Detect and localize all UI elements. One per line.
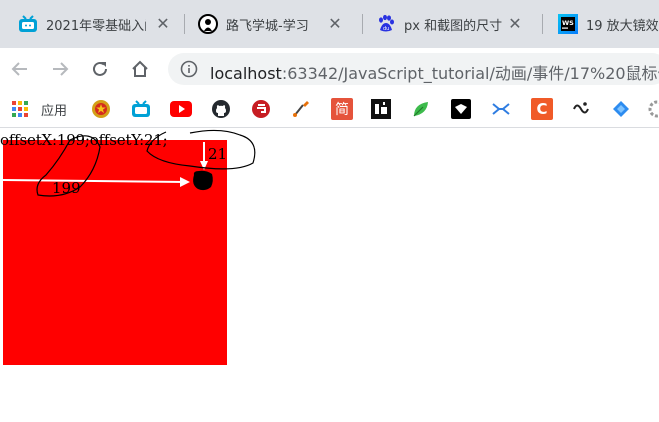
diamond-icon <box>613 101 629 117</box>
offset-y-circle <box>146 129 256 170</box>
bookmarks-bar: 应用 简 C <box>0 90 659 128</box>
annotation-y-value: 21 <box>208 145 228 163</box>
matrix-icon <box>371 99 391 119</box>
vscode-like-icon <box>492 103 510 115</box>
bookmark-c[interactable]: C <box>531 98 553 120</box>
tab-baidu[interactable]: du px 和截图的尺寸 ✕ <box>358 6 542 42</box>
tab-bilibili[interactable]: 2021年零基础入门 ✕ <box>0 6 184 42</box>
offset-x-arrow-line <box>2 179 187 183</box>
bookmark-brush[interactable] <box>290 98 312 120</box>
bookmark-sigma[interactable] <box>570 98 592 120</box>
github-icon <box>212 100 230 118</box>
reload-icon <box>93 61 107 76</box>
bilibili-tv-icon <box>18 14 38 34</box>
bookmark-diamond[interactable] <box>610 98 632 120</box>
apps-button[interactable] <box>9 98 31 120</box>
mouse-position-mark <box>193 170 213 191</box>
browser-toolbar: localhost:63342/JavaScript_tutorial/动画/事… <box>0 48 659 90</box>
jian-icon: 简 <box>335 102 349 118</box>
leaf-icon <box>413 102 428 117</box>
close-tab-icon[interactable]: ✕ <box>326 15 344 33</box>
svg-text:WS: WS <box>562 19 574 27</box>
bookmark-gitee[interactable] <box>250 98 272 120</box>
c-icon: C <box>536 100 548 118</box>
gitee-icon <box>252 100 270 118</box>
bookmark-jian[interactable]: 简 <box>331 98 353 120</box>
brush-icon <box>293 101 309 117</box>
tab-webstorm[interactable]: WS 19 放大镜效果 <box>540 6 659 42</box>
tab-strip: 2021年零基础入门 ✕ 路飞学城-学习 ✕ du px 和截图的尺寸 ✕ WS… <box>0 0 659 48</box>
webstorm-icon: WS <box>558 14 578 34</box>
tab-luffy[interactable]: 路飞学城-学习 ✕ <box>180 6 364 42</box>
baidu-paw-icon: du <box>376 14 396 34</box>
bookmark-overflow[interactable] <box>646 98 659 120</box>
tab-title: px 和截图的尺寸 <box>404 18 503 34</box>
youtube-icon <box>170 101 192 117</box>
close-tab-icon[interactable]: ✕ <box>506 15 524 33</box>
reload-button[interactable] <box>87 56 113 82</box>
arrow-right-icon <box>53 62 69 76</box>
home-button[interactable] <box>127 56 153 82</box>
svg-text:du: du <box>383 26 389 32</box>
back-button[interactable] <box>7 56 33 82</box>
page-content: offsetX:199;offsetY:21; 199 21 <box>0 129 659 422</box>
luffy-icon <box>198 14 218 34</box>
url-text[interactable]: localhost:63342/JavaScript_tutorial/动画/事… <box>210 60 659 84</box>
tab-title: 2021年零基础入门 <box>46 18 146 34</box>
bookmark-vscode[interactable] <box>490 98 512 120</box>
sigma-icon <box>573 102 589 114</box>
forward-button[interactable] <box>47 56 73 82</box>
home-icon <box>132 60 148 77</box>
bookmark-matrix[interactable] <box>370 98 392 120</box>
tab-title: 路飞学城-学习 <box>226 18 309 34</box>
cube-icon <box>451 99 471 119</box>
bookmark-bilibili[interactable] <box>130 98 152 120</box>
bookmark-youtube[interactable] <box>170 98 192 120</box>
url-path: :63342/JavaScript_tutorial/动画/事件/17%20鼠标… <box>281 64 659 83</box>
offset-x-arrowhead <box>180 177 190 187</box>
annotation-layer <box>2 129 256 197</box>
apps-grid-icon <box>12 101 28 117</box>
bookmark-emblem[interactable] <box>90 98 112 120</box>
bookmark-github[interactable] <box>210 98 232 120</box>
info-icon[interactable] <box>180 60 198 78</box>
tab-title: 19 放大镜效果 <box>586 18 659 34</box>
bookmark-leaf[interactable] <box>410 98 432 120</box>
emblem-icon <box>92 100 110 118</box>
address-bar[interactable]: localhost:63342/JavaScript_tutorial/动画/事… <box>168 53 659 85</box>
bilibili-icon <box>132 100 150 117</box>
url-host: localhost <box>210 64 282 83</box>
annotation-x-value: 199 <box>52 179 81 197</box>
gear-icon <box>648 100 659 118</box>
arrow-left-icon <box>11 62 27 76</box>
apps-label[interactable]: 应用 <box>41 100 67 119</box>
bookmark-cube[interactable] <box>450 98 472 120</box>
close-tab-icon[interactable]: ✕ <box>154 15 172 33</box>
